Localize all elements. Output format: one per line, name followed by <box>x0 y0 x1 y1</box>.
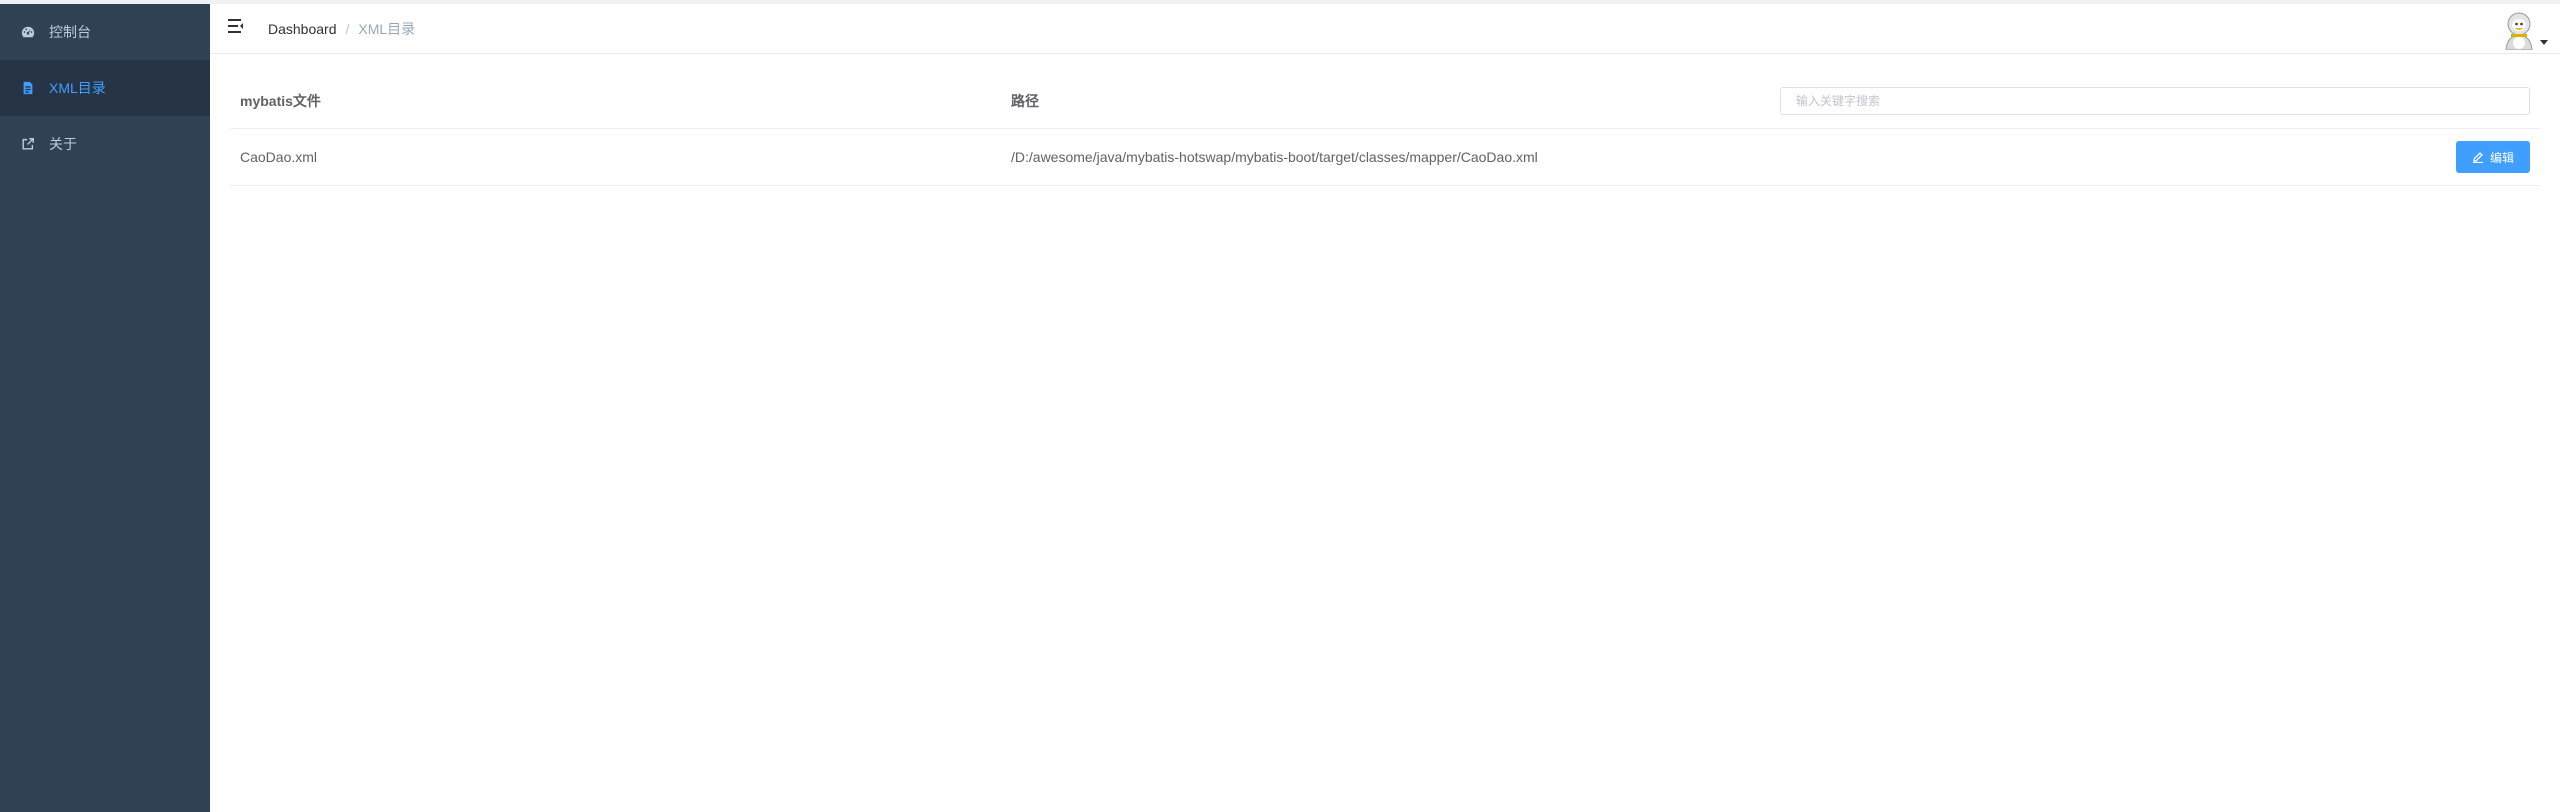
column-header-file: mybatis文件 <box>240 93 321 109</box>
table-row: CaoDao.xml /D:/awesome/java/mybatis-hots… <box>230 129 2540 186</box>
file-path-cell: /D:/awesome/java/mybatis-hotswap/mybatis… <box>1011 149 1538 165</box>
search-input[interactable] <box>1780 87 2530 115</box>
sidebar-item-xml-directory[interactable]: XML目录 <box>0 60 210 116</box>
sidebar-item-label: 关于 <box>49 136 77 152</box>
sidebar-item-dashboard[interactable]: 控制台 <box>0 4 210 60</box>
breadcrumb-dashboard[interactable]: Dashboard <box>268 21 337 37</box>
edit-button[interactable]: 编辑 <box>2455 141 2530 173</box>
caret-down-icon[interactable] <box>2540 38 2548 46</box>
external-link-icon <box>20 136 36 152</box>
sidebar: 控制台 XML目录 关于 <box>0 4 210 812</box>
breadcrumb-separator: / <box>345 21 350 37</box>
navbar: Dashboard / XML目录 <box>210 4 2560 54</box>
column-header-path: 路径 <box>1011 93 1039 109</box>
edit-icon <box>2472 151 2484 163</box>
column-header-search <box>1773 87 2540 115</box>
edit-button-label: 编辑 <box>2489 150 2514 165</box>
action-cell: 编辑 <box>1773 141 2540 173</box>
table-header-row: mybatis文件 路径 <box>230 74 2540 129</box>
file-name-cell: CaoDao.xml <box>240 149 318 165</box>
sidebar-item-label: 控制台 <box>49 24 91 40</box>
avatar-icon[interactable] <box>2501 10 2537 50</box>
breadcrumb-current: XML目录 <box>358 21 416 37</box>
breadcrumb: Dashboard / XML目录 <box>268 4 415 54</box>
sidebar-item-label: XML目录 <box>49 80 106 96</box>
dashboard-icon <box>20 24 36 40</box>
document-icon <box>20 80 36 96</box>
xml-file-table: mybatis文件 路径 CaoDao.xml /D:/awesome/java… <box>230 74 2540 186</box>
main-content: mybatis文件 路径 CaoDao.xml /D:/awesome/java… <box>210 54 2560 812</box>
hamburger-icon[interactable] <box>227 16 247 36</box>
sidebar-item-about[interactable]: 关于 <box>0 116 210 172</box>
user-menu[interactable] <box>2501 10 2548 50</box>
